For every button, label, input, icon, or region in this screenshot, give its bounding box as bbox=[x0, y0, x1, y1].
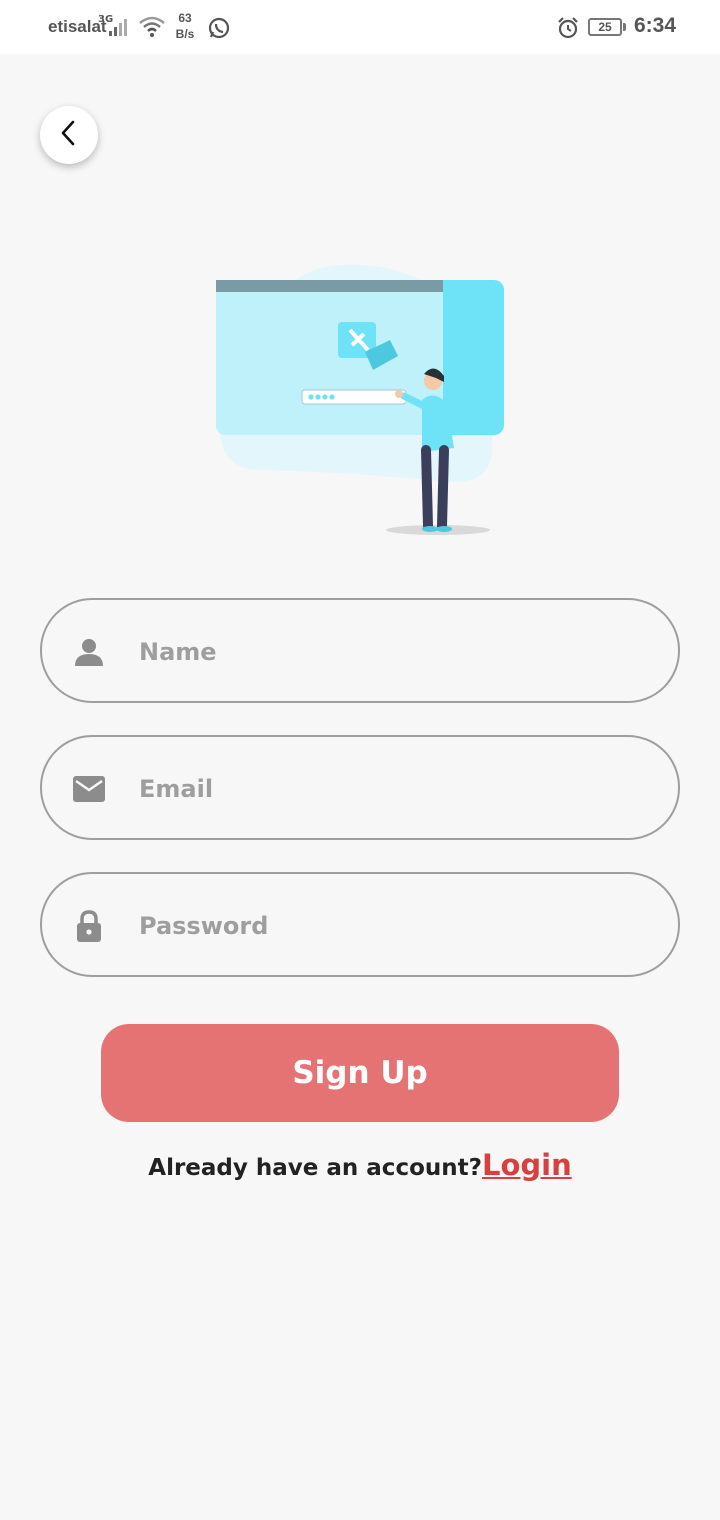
password-field[interactable] bbox=[40, 872, 680, 977]
lock-icon bbox=[72, 909, 106, 943]
sign-up-button[interactable]: Sign Up bbox=[101, 1024, 619, 1122]
email-input[interactable] bbox=[137, 757, 641, 821]
login-link[interactable]: Login bbox=[482, 1148, 572, 1182]
battery-tip bbox=[623, 23, 626, 31]
clock-time: 6:34 bbox=[634, 14, 677, 37]
whatsapp-icon bbox=[207, 16, 231, 44]
back-button[interactable] bbox=[40, 106, 98, 164]
login-prompt: Already have an account?Login bbox=[0, 1148, 720, 1182]
battery-icon: 25 bbox=[588, 18, 622, 36]
status-bar: etisalat 3G 63 B/s 25 6:34 bbox=[0, 0, 720, 54]
login-prompt-text: Already have an account? bbox=[148, 1155, 482, 1181]
network-speed: 63 B/s bbox=[172, 10, 198, 42]
name-field[interactable] bbox=[40, 598, 680, 703]
signal-icon bbox=[108, 16, 132, 42]
chevron-left-icon bbox=[58, 120, 80, 150]
mail-icon bbox=[72, 772, 106, 806]
password-input[interactable] bbox=[137, 894, 641, 958]
wifi-icon bbox=[138, 15, 166, 43]
name-input[interactable] bbox=[137, 620, 641, 684]
signup-illustration bbox=[200, 250, 520, 550]
speed-unit: B/s bbox=[175, 27, 195, 41]
person-icon bbox=[72, 635, 106, 669]
alarm-icon bbox=[556, 16, 580, 44]
email-field[interactable] bbox=[40, 735, 680, 840]
speed-value: 63 bbox=[178, 11, 192, 25]
